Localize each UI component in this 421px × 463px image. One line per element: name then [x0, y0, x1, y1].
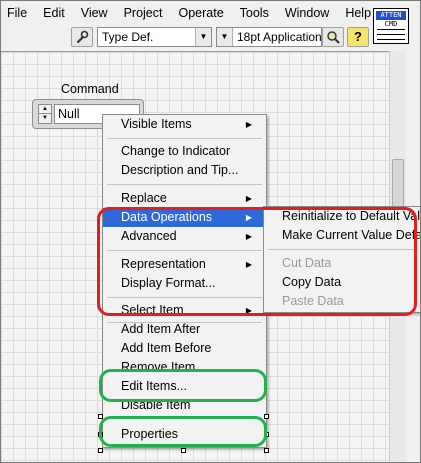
menu-item-add-item-before[interactable]: Add Item Before	[103, 339, 266, 358]
toolbar: Type Def. ▼ ▼ 18pt Application F ?	[1, 25, 371, 49]
menu-item-label: Visible Items	[121, 117, 192, 131]
menu-tools[interactable]: Tools	[232, 1, 277, 25]
green-highlight-annotation-properties	[99, 416, 267, 447]
vi-icon-atten-label: ATTEN	[376, 11, 406, 20]
increment-spinner[interactable]: ▲ ▼	[38, 104, 52, 124]
menu-item-description-and-tip[interactable]: Description and Tip...	[103, 161, 266, 180]
menu-view[interactable]: View	[73, 1, 116, 25]
chevron-down-icon: ▼	[195, 28, 211, 46]
labview-window: File Edit View Project Operate Tools Win…	[0, 0, 421, 463]
menu-item-replace[interactable]: Replace ▶	[103, 189, 266, 208]
type-select[interactable]: Type Def. ▼	[97, 27, 212, 47]
selection-handle[interactable]	[264, 448, 269, 453]
menu-edit[interactable]: Edit	[35, 1, 73, 25]
vi-icon-cmd-label: CMD	[384, 20, 398, 28]
command-label: Command	[61, 82, 119, 96]
green-highlight-annotation-edit-items	[99, 369, 267, 402]
menu-window[interactable]: Window	[277, 1, 337, 25]
selection-handle[interactable]	[98, 448, 103, 453]
search-icon[interactable]	[322, 27, 344, 47]
menu-file[interactable]: File	[1, 1, 35, 25]
selection-handle[interactable]	[181, 448, 186, 453]
menu-project[interactable]: Project	[116, 1, 171, 25]
red-highlight-annotation	[97, 207, 417, 316]
type-select-value: Type Def.	[102, 30, 154, 44]
menu-item-change-to-indicator[interactable]: Change to Indicator	[103, 142, 266, 161]
chevron-down-icon: ▼	[217, 28, 233, 46]
menu-item-visible-items[interactable]: Visible Items ▶	[103, 115, 266, 134]
selection-handle[interactable]	[264, 414, 269, 419]
wrench-icon[interactable]	[71, 27, 93, 47]
menu-separator	[107, 184, 262, 185]
menu-item-add-item-after[interactable]: Add Item After	[103, 320, 266, 339]
menu-bar: File Edit View Project Operate Tools Win…	[1, 1, 371, 25]
increment-down-icon[interactable]: ▼	[39, 114, 51, 123]
font-select-value: 18pt Application F	[237, 30, 322, 44]
vi-icon[interactable]: ATTEN CMD	[373, 8, 409, 44]
font-select[interactable]: ▼ 18pt Application F	[216, 27, 322, 47]
menu-separator	[107, 138, 262, 139]
increment-up-icon[interactable]: ▲	[39, 105, 51, 114]
vi-icon-connector-lines	[377, 29, 405, 41]
menu-operate[interactable]: Operate	[170, 1, 231, 25]
submenu-arrow-icon: ▶	[245, 120, 252, 129]
menu-item-label: Replace	[121, 191, 167, 205]
submenu-arrow-icon: ▶	[245, 194, 252, 203]
help-icon[interactable]: ?	[347, 27, 369, 47]
